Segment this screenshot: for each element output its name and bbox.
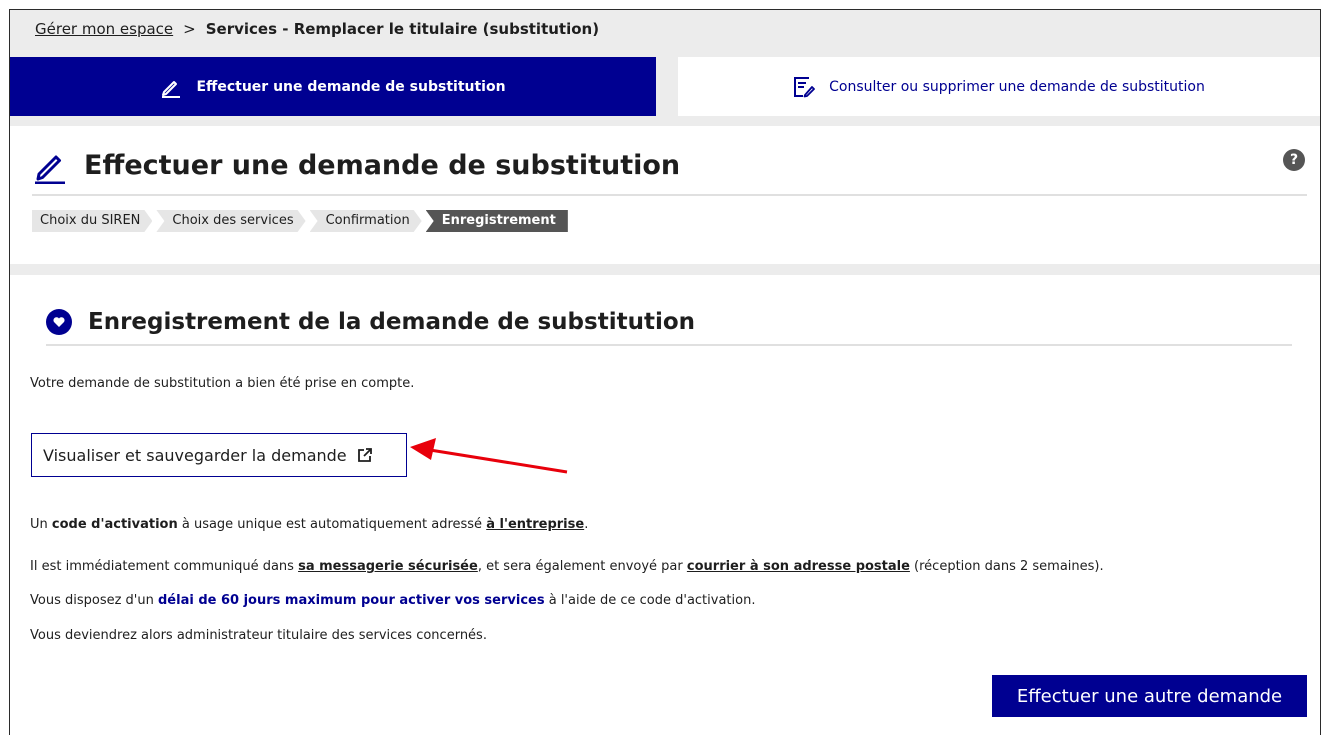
view-save-request-button[interactable]: Visualiser et sauvegarder la demande [31,433,407,477]
tab-bar: Effectuer une demande de substitution Co… [10,57,1320,116]
breadcrumb-separator: > [183,20,196,38]
activation-code-text: Un code d'activation à usage unique est … [30,517,589,532]
step-choix-services: Choix des services [156,210,305,232]
tab-consulter-demande[interactable]: Consulter ou supprimer une demande de su… [678,57,1320,116]
pencil-icon [35,155,65,184]
help-icon[interactable]: ? [1283,149,1305,171]
administrator-text: Vous deviendrez alors administrateur tit… [30,628,487,643]
page-header-panel: Effectuer une demande de substitution ? … [10,126,1320,264]
step-confirmation: Confirmation [310,210,422,232]
tab-effectuer-label: Effectuer une demande de substitution [196,78,506,95]
annotation-arrow [410,438,568,474]
edit-list-icon [794,76,816,97]
page-title: Effectuer une demande de substitution [84,150,681,181]
communication-text: Il est immédiatement communiqué dans sa … [30,559,1104,574]
view-save-request-label: Visualiser et sauvegarder la demande [43,445,347,465]
registration-panel: Enregistrement de la demande de substitu… [10,275,1320,735]
step-enregistrement: Enregistrement [425,210,568,232]
entreprise-link[interactable]: à l'entreprise [486,517,584,532]
postal-mail-link[interactable]: courrier à son adresse postale [687,559,910,574]
tab-consulter-label: Consulter ou supprimer une demande de su… [829,78,1205,95]
breadcrumb: Gérer mon espace > Services - Remplacer … [35,18,599,40]
heart-circle-icon [46,309,72,335]
new-request-button[interactable]: Effectuer une autre demande [992,675,1307,717]
section-divider [46,344,1292,346]
breadcrumb-current: Services - Remplacer le titulaire (subst… [205,20,600,38]
page-title-row: Effectuer une demande de substitution [32,148,680,184]
secure-messaging-link[interactable]: sa messagerie sécurisée [298,559,478,574]
deadline-text: Vous disposez d'un délai de 60 jours max… [30,593,756,608]
progress-steps: Choix du SIREN Choix des services Confir… [32,210,572,232]
external-link-icon [357,448,372,462]
section-heading: Enregistrement de la demande de substitu… [46,309,695,335]
section-title: Enregistrement de la demande de substitu… [88,309,696,335]
breadcrumb-root-link[interactable]: Gérer mon espace [35,20,173,38]
step-choix-siren: Choix du SIREN [32,210,152,232]
tab-effectuer-demande[interactable]: Effectuer une demande de substitution [10,57,656,116]
title-divider [32,194,1307,196]
pencil-icon [162,80,181,98]
confirmation-text: Votre demande de substitution a bien été… [30,376,415,391]
